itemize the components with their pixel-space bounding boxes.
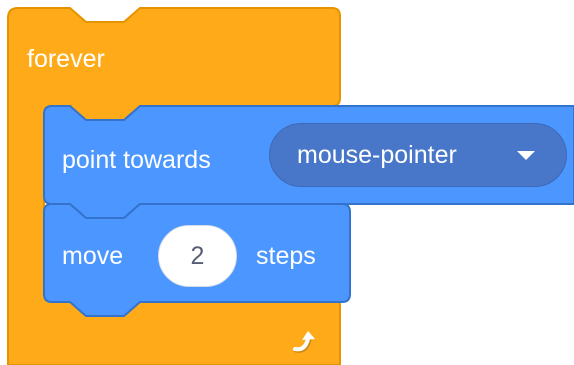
target-dropdown-value: mouse-pointer bbox=[297, 141, 457, 169]
move-label: move bbox=[62, 242, 124, 270]
point-towards-label: point towards bbox=[62, 146, 211, 174]
target-dropdown[interactable]: mouse-pointer bbox=[269, 123, 567, 187]
steps-input[interactable]: 2 bbox=[158, 225, 237, 287]
steps-label: steps bbox=[256, 242, 316, 270]
loop-arrow-icon bbox=[293, 331, 315, 353]
code-workspace: forever point towards mouse-pointer move… bbox=[0, 0, 574, 365]
forever-label: forever bbox=[27, 45, 105, 73]
caret-down-icon bbox=[517, 151, 535, 160]
